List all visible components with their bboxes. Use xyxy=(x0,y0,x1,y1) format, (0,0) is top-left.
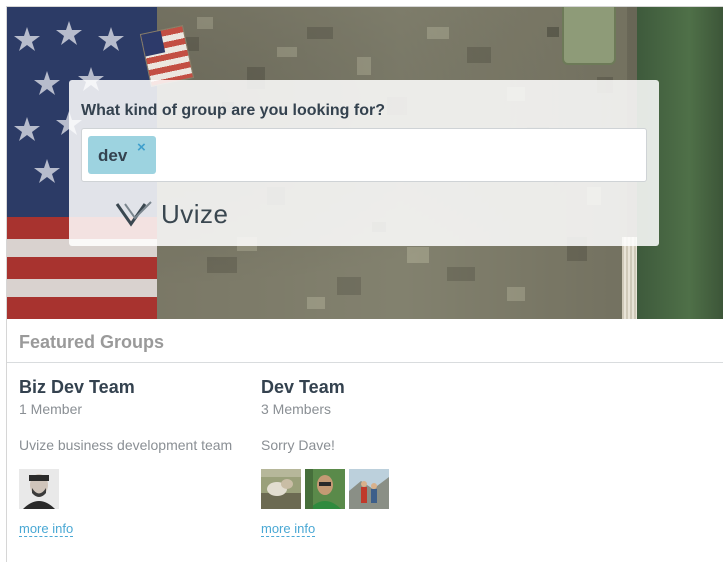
avatar[interactable] xyxy=(19,469,59,509)
brand: Uvize xyxy=(115,198,229,230)
group-description: Uvize business development team xyxy=(19,437,233,453)
search-tag-label: dev xyxy=(98,146,128,165)
avatar[interactable] xyxy=(349,469,389,509)
group-search-panel: What kind of group are you looking for? … xyxy=(69,80,659,246)
hero-banner: What kind of group are you looking for? … xyxy=(7,7,723,319)
group-search-input[interactable]: dev × xyxy=(81,128,647,182)
group-name[interactable]: Dev Team xyxy=(261,377,345,398)
group-name[interactable]: Biz Dev Team xyxy=(19,377,135,398)
shoulder-tab xyxy=(562,7,616,65)
featured-groups-header: Featured Groups xyxy=(7,319,723,363)
close-icon[interactable]: × xyxy=(137,140,146,156)
brand-name: Uvize xyxy=(161,198,229,229)
search-question: What kind of group are you looking for? xyxy=(81,102,385,119)
page-frame: What kind of group are you looking for? … xyxy=(6,6,723,562)
member-avatars xyxy=(19,469,59,509)
avatar[interactable] xyxy=(305,469,345,509)
group-member-count: 3 Members xyxy=(261,401,332,417)
group-description: Sorry Dave! xyxy=(261,437,335,453)
group-member-count: 1 Member xyxy=(19,401,83,417)
more-info-link[interactable]: more info xyxy=(19,521,74,537)
uvize-chevron-logo-icon xyxy=(115,201,152,227)
group-card-dev-team: Dev Team 3 Members Sorry Dave! more info xyxy=(261,373,491,553)
member-avatars xyxy=(261,469,389,509)
search-tag: dev × xyxy=(88,136,156,174)
group-card-biz-dev: Biz Dev Team 1 Member Uvize business dev… xyxy=(19,373,249,553)
featured-groups-title: Featured Groups xyxy=(19,332,165,352)
avatar[interactable] xyxy=(261,469,301,509)
more-info-link[interactable]: more info xyxy=(261,521,316,537)
